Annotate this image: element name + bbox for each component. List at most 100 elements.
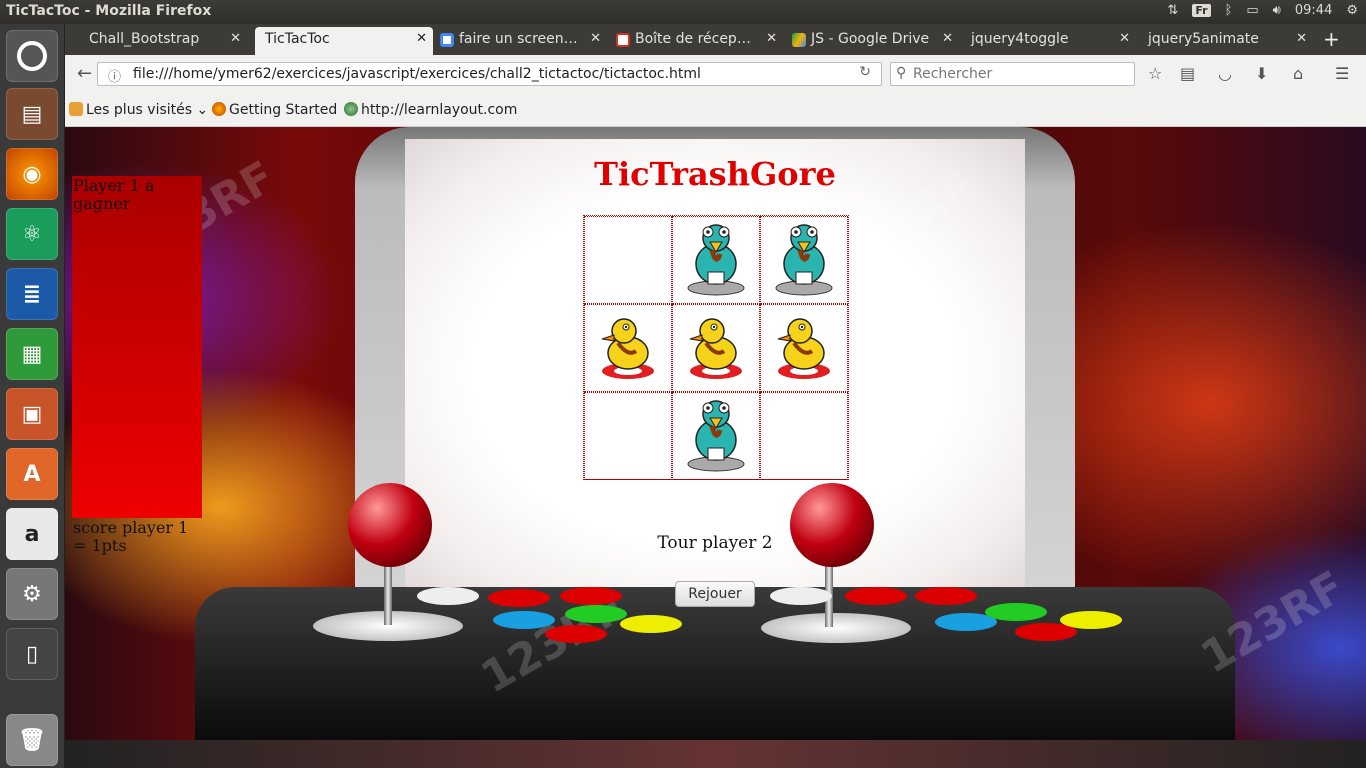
arcade-button xyxy=(985,603,1047,621)
teal-bird-icon xyxy=(684,218,748,302)
tab-strip: Chall_Bootstrap ✕ TicTacToc ✕ faire un s… xyxy=(65,24,1366,55)
system-settings-icon[interactable]: ⚙ xyxy=(6,568,58,620)
yellow-duck-icon xyxy=(684,311,748,385)
board-cell-4[interactable] xyxy=(672,304,760,392)
library-icon[interactable]: ▤ xyxy=(1180,64,1195,83)
tab-gmail[interactable]: Boîte de récep… ✕ xyxy=(613,27,783,55)
right-joystick-ball xyxy=(790,483,874,567)
reload-icon[interactable]: ↻ xyxy=(859,64,871,80)
new-tab-button[interactable]: + xyxy=(1323,27,1340,51)
ubuntu-home-icon[interactable] xyxy=(6,30,58,82)
score-text: score player 1 = 1pts xyxy=(73,518,189,555)
tab-google-search[interactable]: faire un screen… ✕ xyxy=(437,27,607,55)
board-cell-1[interactable] xyxy=(672,216,760,304)
tab-label: jquery5animate xyxy=(1148,31,1259,47)
tab-label: jquery4toggle xyxy=(971,31,1069,47)
close-icon[interactable]: ✕ xyxy=(766,31,777,46)
tab-chall-bootstrap[interactable]: Chall_Bootstrap ✕ xyxy=(67,27,247,55)
bookmark-getting-started[interactable]: Getting Started xyxy=(212,102,337,118)
home-icon[interactable]: ⌂ xyxy=(1293,64,1303,83)
bookmark-label: Les plus visités xyxy=(86,102,193,118)
menu-icon[interactable]: ☰ xyxy=(1335,64,1349,83)
score-panel xyxy=(72,176,202,518)
arcade-control-deck xyxy=(195,587,1235,740)
download-icon[interactable]: ⬇ xyxy=(1255,64,1268,83)
board-cell-5[interactable] xyxy=(760,304,848,392)
search-icon: ⚲ xyxy=(896,65,907,81)
atom-icon[interactable]: ⚛ xyxy=(6,208,58,260)
yellow-duck-icon xyxy=(596,311,660,385)
impress-icon[interactable]: ▣ xyxy=(6,388,58,440)
info-icon[interactable]: ⓘ xyxy=(108,66,121,85)
search-placeholder: Rechercher xyxy=(913,66,993,82)
search-input[interactable]: ⚲ Rechercher xyxy=(890,62,1135,86)
tictactoe-board xyxy=(583,215,849,480)
close-icon[interactable]: ✕ xyxy=(1119,31,1130,46)
bookmark-label: Getting Started xyxy=(229,102,338,118)
close-icon[interactable]: ✕ xyxy=(1296,31,1307,46)
bookmark-label: http://learnlayout.com xyxy=(361,102,518,118)
arcade-button xyxy=(770,587,832,605)
system-top-bar: TicTacToc - Mozilla Firefox ⇅ Fr ᛒ ▭ 🔊︎ … xyxy=(0,0,1366,24)
globe-icon xyxy=(344,102,358,116)
board-cell-2[interactable] xyxy=(760,216,848,304)
arcade-button xyxy=(493,611,555,629)
window-title: TicTacToc - Mozilla Firefox xyxy=(6,3,212,19)
arcade-button xyxy=(488,589,550,607)
settings-gear-icon[interactable]: ⚙ xyxy=(1346,3,1358,18)
page-bottom-strip xyxy=(65,740,1366,768)
arcade-button xyxy=(845,587,907,605)
bookmark-most-visited[interactable]: Les plus visités ⌄ xyxy=(69,102,208,118)
files-icon[interactable]: ▤ xyxy=(6,88,58,140)
keyboard-layout[interactable]: Fr xyxy=(1192,4,1211,17)
arcade-button xyxy=(1060,611,1122,629)
system-tray: ⇅ Fr ᛒ ▭ 🔊︎ 09:44 ⚙ xyxy=(1167,3,1358,18)
close-icon[interactable]: ✕ xyxy=(590,31,601,46)
arcade-button xyxy=(417,587,479,605)
tab-tictactoc[interactable]: TicTacToc ✕ xyxy=(255,27,433,55)
writer-icon[interactable]: ≣ xyxy=(6,268,58,320)
bluetooth-icon[interactable]: ᛒ xyxy=(1225,3,1233,18)
board-cell-7[interactable] xyxy=(672,392,760,480)
close-icon[interactable]: ✕ xyxy=(230,31,241,46)
pocket-icon[interactable]: ◡ xyxy=(1218,64,1232,83)
drive-icon xyxy=(792,33,806,47)
firefox-icon xyxy=(212,102,226,116)
joystick-base xyxy=(761,613,911,643)
gmail-icon xyxy=(616,33,630,47)
clock[interactable]: 09:44 xyxy=(1295,3,1332,18)
google-icon xyxy=(440,33,454,47)
tab-jquery4toggle[interactable]: jquery4toggle ✕ xyxy=(961,27,1136,55)
battery-icon[interactable]: ▭ xyxy=(1246,3,1258,18)
close-icon[interactable]: ✕ xyxy=(416,31,427,46)
tab-label: TicTacToc xyxy=(265,31,330,47)
replay-button[interactable]: Rejouer xyxy=(675,581,755,607)
game-title: TicTrashGore xyxy=(594,155,836,193)
volume-icon[interactable]: 🔊︎ xyxy=(1273,3,1281,18)
url-bar[interactable]: ⓘ file:///home/ymer62/exercices/javascri… xyxy=(97,62,882,86)
board-cell-8[interactable] xyxy=(760,392,848,480)
software-center-icon[interactable]: A xyxy=(6,448,58,500)
winner-message: Player 1 a gagner xyxy=(73,176,155,213)
tab-label: Chall_Bootstrap xyxy=(89,31,200,47)
calc-icon[interactable]: ▦ xyxy=(6,328,58,380)
board-cell-3[interactable] xyxy=(584,304,672,392)
tab-jquery5animate[interactable]: jquery5animate ✕ xyxy=(1138,27,1313,55)
board-cell-0[interactable] xyxy=(584,216,672,304)
firefox-icon[interactable]: ◉ xyxy=(6,148,58,200)
arcade-button xyxy=(545,625,607,643)
board-cell-6[interactable] xyxy=(584,392,672,480)
network-icon[interactable]: ⇅ xyxy=(1167,3,1178,18)
page-content: 123RF 123RF 123RF 123RF Player 1 a gagne… xyxy=(65,127,1366,740)
back-arrow-icon[interactable]: ← xyxy=(77,63,92,84)
bookmark-star-icon[interactable]: ☆ xyxy=(1148,64,1162,83)
trash-icon[interactable]: 🗑︎ xyxy=(6,714,58,766)
turn-indicator: Tour player 2 xyxy=(657,533,773,553)
tab-label: faire un screen… xyxy=(459,31,578,47)
phone-device-icon[interactable]: ▯ xyxy=(6,628,58,680)
folder-icon xyxy=(69,102,83,116)
close-icon[interactable]: ✕ xyxy=(942,31,953,46)
amazon-icon[interactable]: a xyxy=(6,508,58,560)
tab-google-drive[interactable]: JS - Google Drive ✕ xyxy=(789,27,959,55)
bookmark-learnlayout[interactable]: http://learnlayout.com xyxy=(344,102,517,118)
